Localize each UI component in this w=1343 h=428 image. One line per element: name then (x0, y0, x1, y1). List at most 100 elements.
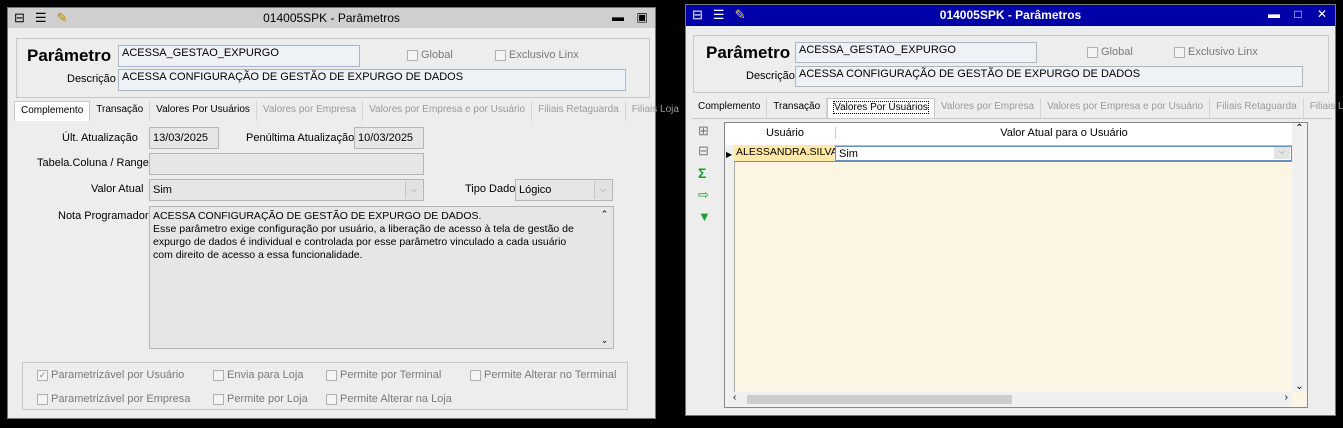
parametrizavel-empresa-checkbox[interactable]: Parametrizável por Empresa (37, 393, 190, 405)
grid-toolbar: ⊞ ⊟ Σ ⇨ ▼ (698, 123, 718, 243)
minimize-button[interactable]: ▬ (611, 10, 625, 24)
users-grid: Usuário Valor Atual para o Usuário ▶ ALE… (724, 122, 1308, 408)
tipo-dado-label: Tipo Dado (465, 183, 516, 195)
descricao-field[interactable]: ACESSA CONFIGURAÇÃO DE GESTÃO DE EXPURGO… (118, 69, 626, 91)
left-title-bar[interactable]: ⊟ ☰ ✎ 014005SPK - Parâmetros ▬ ▣ (8, 8, 655, 28)
nota-scrollbar[interactable]: ⌃ ⌄ (597, 208, 612, 347)
penultima-atualizacao-label: Penúltima Atualização (246, 132, 355, 144)
permite-alterar-loja-checkbox[interactable]: Permite Alterar na Loja (326, 393, 452, 405)
valor-atual-label: Valor Atual (91, 183, 144, 195)
nota-line: ACESSA CONFIGURAÇÃO DE GESTÃO DE EXPURGO… (153, 210, 482, 222)
nota-line: com direito de acesso a essa funcionalid… (153, 249, 363, 261)
close-button[interactable]: ✕ (1315, 7, 1329, 21)
descricao-label: Descrição (67, 73, 116, 85)
grid-header-usuario[interactable]: Usuário (735, 127, 835, 139)
scroll-down-icon[interactable]: ⌄ (1292, 381, 1307, 392)
tab-transacao[interactable]: Transação (90, 101, 151, 121)
nota-line: expurgo de dados é individual e controla… (153, 236, 567, 248)
global-label: Global (421, 49, 453, 61)
valor-atual-combo[interactable]: Sim ⌵ (149, 179, 424, 201)
exclusivo-linx-checkbox[interactable]: Exclusivo Linx (1174, 46, 1258, 58)
grid-header-valor[interactable]: Valor Atual para o Usuário (835, 127, 1292, 139)
tab-filiais-retaguarda[interactable]: Filiais Retaguarda (1210, 98, 1304, 118)
nota-programador-textarea[interactable]: ACESSA CONFIGURAÇÃO DE GESTÃO DE EXPURGO… (149, 206, 614, 349)
exclusivo-linx-checkbox[interactable]: Exclusivo Linx (495, 49, 579, 61)
penultima-atualizacao-field[interactable]: 10/03/2025 (354, 127, 424, 149)
cell-usuario[interactable]: ALESSANDRA.SILVA (734, 145, 838, 161)
tab-transacao[interactable]: Transação (767, 98, 828, 118)
tipo-dado-combo[interactable]: Lógico ⌵ (515, 179, 613, 201)
parametrizavel-usuario-checkbox[interactable]: ✓ Parametrizável por Usuário (37, 369, 184, 381)
complemento-panel: Últ. Atualização 13/03/2025 Penúltima At… (14, 121, 650, 413)
global-label: Global (1101, 46, 1133, 58)
exclusivo-linx-label: Exclusivo Linx (509, 49, 579, 61)
add-row-icon[interactable]: ⊞ (698, 123, 718, 143)
parametro-label: Parâmetro (706, 43, 791, 62)
tabela-coluna-field[interactable] (149, 153, 424, 175)
descricao-field[interactable]: ACESSA CONFIGURAÇÃO DE GESTÃO DE EXPURGO… (795, 66, 1303, 87)
tab-valores-por-empresa[interactable]: Valores por Empresa (935, 98, 1042, 118)
grid-horizontal-scrollbar[interactable]: ‹ › (725, 392, 1292, 407)
grid-vertical-scrollbar[interactable]: ⌃ ⌄ (1292, 123, 1307, 392)
ult-atualizacao-field[interactable]: 13/03/2025 (149, 127, 219, 149)
permite-alterar-terminal-checkbox[interactable]: Permite Alterar no Terminal (470, 369, 616, 381)
tab-valores-por-usuarios[interactable]: Valores Por Usuários (827, 98, 935, 118)
delete-row-icon[interactable]: ⊟ (698, 143, 718, 165)
window-title: 014005SPK - Parâmetros (263, 11, 400, 25)
tabela-coluna-label: Tabela.Coluna / Range (37, 157, 149, 169)
chevron-down-icon[interactable]: ⌵ (1274, 147, 1290, 159)
tab-valores-por-empresa-usuario[interactable]: Valores por Empresa e por Usuário (363, 101, 533, 121)
table-row[interactable]: ALESSANDRA.SILVA Sim ⌵ (734, 145, 1292, 162)
nota-programador-label: Nota Programador (58, 210, 149, 222)
scroll-up-icon[interactable]: ⌃ (597, 208, 612, 220)
permite-por-terminal-checkbox[interactable]: Permite por Terminal (326, 369, 441, 381)
maximize-button[interactable]: ▣ (635, 10, 649, 24)
envia-para-loja-checkbox[interactable]: Envia para Loja (213, 369, 303, 381)
tab-valores-por-empresa[interactable]: Valores por Empresa (257, 101, 364, 121)
minimize-button[interactable]: ▬ (1267, 7, 1281, 21)
cell-valor[interactable]: Sim ⌵ (835, 146, 1292, 161)
current-row-arrow-icon: ▶ (726, 150, 733, 159)
right-tab-strip: Complemento Transação Valores Por Usuári… (692, 98, 1343, 119)
tab-filiais-loja[interactable]: Filiais Loja (626, 101, 686, 121)
permite-por-loja-checkbox[interactable]: Permite por Loja (213, 393, 308, 405)
scroll-right-icon[interactable]: › (1285, 392, 1288, 403)
scroll-down-icon[interactable]: ⌄ (597, 334, 612, 347)
grid-header-row: Usuário Valor Atual para o Usuário (725, 123, 1292, 146)
header-group: Parâmetro ACESSA_GESTAO_EXPURGO Global E… (693, 35, 1329, 93)
tipo-dado-value: Lógico (519, 184, 552, 196)
parametro-label: Parâmetro (27, 46, 112, 65)
tab-complemento[interactable]: Complemento (692, 98, 768, 118)
scroll-up-icon[interactable]: ⌃ (1292, 123, 1307, 134)
left-tab-strip: Complemento Transação Valores Por Usuári… (14, 101, 686, 122)
tab-valores-por-empresa-usuario[interactable]: Valores por Empresa e por Usuário (1041, 98, 1211, 118)
grid-row-indicator: ▶ (725, 145, 735, 407)
filter-down-icon[interactable]: ▼ (698, 209, 718, 231)
tab-valores-por-usuarios[interactable]: Valores Por Usuários (150, 101, 257, 121)
right-title-bar[interactable]: ⊟ ☰ ✎ 014005SPK - Parâmetros ▬ □ ✕ (686, 5, 1335, 26)
tab-complemento[interactable]: Complemento (14, 101, 91, 121)
parametro-field[interactable]: ACESSA_GESTAO_EXPURGO (118, 45, 360, 67)
cell-valor-text: Sim (839, 148, 858, 160)
export-icon[interactable]: ⇨ (698, 187, 718, 209)
flags-group: ✓ Parametrizável por Usuário Envia para L… (22, 362, 628, 410)
valor-atual-value: Sim (153, 184, 172, 196)
tab-filiais-loja[interactable]: Filiais Loja (1304, 98, 1343, 118)
ult-atualizacao-label: Últ. Atualização (62, 132, 138, 144)
tab-filiais-retaguarda[interactable]: Filiais Retaguarda (532, 101, 626, 121)
maximize-button[interactable]: □ (1291, 7, 1305, 21)
nota-line: Esse parâmetro exige configuração por us… (153, 223, 574, 235)
scroll-thumb[interactable] (747, 395, 1012, 404)
scroll-left-icon[interactable]: ‹ (733, 392, 736, 403)
chevron-down-icon[interactable]: ⌵ (594, 181, 611, 199)
exclusivo-linx-label: Exclusivo Linx (1188, 46, 1258, 58)
global-checkbox[interactable]: Global (407, 49, 453, 61)
sum-icon[interactable]: Σ (698, 165, 718, 187)
left-parameters-window: ⊟ ☰ ✎ 014005SPK - Parâmetros ▬ ▣ Parâmet… (7, 7, 686, 419)
parametro-field[interactable]: ACESSA_GESTAO_EXPURGO (795, 42, 1037, 63)
chevron-down-icon[interactable]: ⌵ (405, 181, 422, 199)
window-title: 014005SPK - Parâmetros (939, 8, 1082, 22)
global-checkbox[interactable]: Global (1087, 46, 1133, 58)
right-parameters-window: ⊟ ☰ ✎ 014005SPK - Parâmetros ▬ □ ✕ Parâm… (685, 4, 1343, 416)
header-group: Parâmetro ACESSA_GESTAO_EXPURGO Global E… (16, 38, 650, 98)
